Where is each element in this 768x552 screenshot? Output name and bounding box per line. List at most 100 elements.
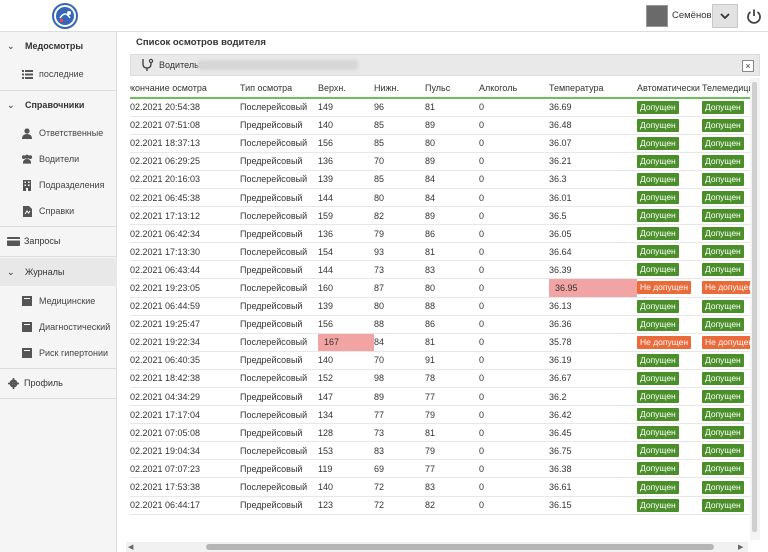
table-row[interactable]: 02.2021 07:07:23 Предрейсовый 119 69 77 0 36.3… — [130, 459, 750, 479]
sidebar-item-drivers[interactable]: Водители — [0, 146, 117, 172]
sidebar-group-medosmotry[interactable]: ⌄ Медосмотры — [0, 32, 117, 60]
table-cell: 144 — [318, 188, 374, 208]
status-badge: Допущен — [702, 408, 744, 422]
scroll-left-icon[interactable]: ◀ — [128, 543, 133, 551]
table-row[interactable]: 02.2021 19:04:34 Послерейсовый 153 83 79 0 36.… — [130, 441, 750, 461]
table-row[interactable]: 02.2021 07:51:08 Предрейсовый 140 85 89 0 36.4… — [130, 116, 750, 135]
sidebar-item-diagnostic[interactable]: Диагностический — [0, 314, 117, 340]
logout-button[interactable] — [744, 6, 764, 26]
status-badge: Допущен — [702, 209, 744, 223]
table-cell: 36.64 — [549, 242, 637, 262]
sidebar-item-certificates[interactable]: Справки — [0, 198, 117, 224]
table-row[interactable]: 02.2021 17:13:30 Послерейсовый 154 93 81 0 36.… — [130, 242, 750, 262]
driver-bar: Водитель: × — [130, 54, 760, 76]
status-cell: Допущен — [702, 188, 750, 208]
sidebar-group-spravochniki[interactable]: ⌄ Справочники — [0, 91, 117, 119]
close-button[interactable]: × — [742, 60, 754, 72]
table-row[interactable]: 02.2021 06:42:34 Предрейсовый 136 79 86 0 36.0… — [130, 224, 750, 244]
vertical-scrollbar[interactable] — [750, 78, 760, 540]
exams-table: Окончание осмотра Тип осмотра Верхн. Нижн. П… — [130, 78, 750, 515]
table-row[interactable]: 02.2021 19:25:47 Предрейсовый 156 88 86 0 36.3… — [130, 315, 750, 334]
sidebar-item-label: Ответственные — [39, 128, 104, 138]
table-cell: 77 — [374, 405, 425, 425]
sidebar-item-profile[interactable]: Профиль — [0, 370, 117, 396]
table-row[interactable]: 02.2021 17:53:38 Послерейсовый 140 72 83 0 36.… — [130, 477, 750, 497]
table-row[interactable]: 02.2021 07:05:08 Предрейсовый 128 73 81 0 36.4… — [130, 423, 750, 443]
table-row[interactable]: 02.2021 20:54:38 Послерейсовый 149 96 81 0 36.… — [130, 98, 750, 117]
column-header[interactable]: Нижн. — [374, 78, 425, 99]
app-logo[interactable] — [52, 3, 78, 29]
column-header[interactable]: Верхн. — [318, 78, 374, 99]
table-row[interactable]: 02.2021 06:45:38 Предрейсовый 144 80 84 0 36.0… — [130, 188, 750, 208]
table-row[interactable]: 02.2021 06:44:59 Предрейсовый 139 80 88 0 36.1… — [130, 297, 750, 316]
table-cell: 36.95 — [549, 278, 637, 298]
scrollbar-thumb[interactable] — [752, 82, 757, 532]
column-header[interactable]: Окончание осмотра — [130, 78, 240, 99]
table-cell: 36.01 — [549, 188, 637, 208]
user-menu-button[interactable] — [712, 4, 738, 28]
table-row[interactable]: 02.2021 19:22:34 Послерейсовый 167 84 81 0 35.… — [130, 333, 750, 352]
table-cell: 123 — [318, 496, 374, 515]
status-cell: Допущен — [637, 260, 702, 280]
table-cell: 87 — [374, 278, 425, 298]
table-cell: 36.39 — [549, 260, 637, 280]
column-header[interactable]: Телемедицина — [702, 78, 750, 99]
horizontal-scrollbar[interactable]: ◀ ▶ — [126, 542, 748, 552]
table-cell: Послерейсовый — [240, 333, 318, 352]
table-cell: 69 — [374, 459, 425, 479]
table-cell: 36.67 — [549, 369, 637, 389]
table-cell: 147 — [318, 387, 374, 407]
avatar[interactable] — [646, 5, 668, 27]
table-cell: 02.2021 06:43:44 — [130, 260, 240, 280]
table-cell: 0 — [479, 423, 549, 443]
status-badge: Допущен — [637, 209, 679, 223]
table-cell: 02.2021 04:34:29 — [130, 387, 240, 407]
table-row[interactable]: 02.2021 06:40:35 Предрейсовый 140 70 91 0 36.1… — [130, 351, 750, 370]
column-header[interactable]: Алкоголь — [479, 78, 549, 99]
column-header[interactable]: Тип осмотра — [240, 78, 318, 99]
table-cell: Послерейсовый — [240, 405, 318, 425]
scrollbar-thumb[interactable] — [206, 544, 714, 550]
scroll-right-icon[interactable]: ▶ — [738, 543, 743, 551]
sidebar-item-medical[interactable]: Медицинские — [0, 288, 117, 314]
status-cell: Допущен — [702, 134, 750, 153]
table-cell: 91 — [425, 351, 479, 370]
column-header[interactable]: Температура — [549, 78, 637, 99]
table-cell: 0 — [479, 297, 549, 316]
chevron-down-icon: ⌄ — [7, 99, 15, 110]
table-row[interactable]: 02.2021 18:42:38 Послерейсовый 152 98 78 0 36.… — [130, 369, 750, 389]
table-row[interactable]: 02.2021 18:37:13 Послерейсовый 156 85 80 0 36.… — [130, 134, 750, 153]
status-cell: Допущен — [702, 315, 750, 334]
sidebar-item-requests[interactable]: Запросы — [0, 228, 117, 254]
table-cell: 93 — [374, 242, 425, 262]
status-badge: Допущен — [702, 444, 744, 458]
sidebar-item-responsible[interactable]: Ответственные — [0, 120, 117, 146]
status-cell: Допущен — [637, 459, 702, 479]
table-cell: 89 — [374, 387, 425, 407]
table-cell: Послерейсовый — [240, 134, 318, 153]
document-icon — [21, 205, 33, 217]
sidebar-item-latest[interactable]: последние — [0, 61, 117, 87]
table-row[interactable]: 02.2021 20:16:03 Послерейсовый 139 85 84 0 36.… — [130, 170, 750, 189]
table-row[interactable]: 02.2021 19:23:05 Послерейсовый 160 87 80 0 36.… — [130, 278, 750, 298]
sidebar-group-journals[interactable]: ⌄ Журналы — [0, 258, 117, 286]
column-header[interactable]: Автоматически — [637, 78, 702, 99]
main-content: Список осмотров водителя Водитель: × Око… — [126, 32, 768, 552]
table-row[interactable]: 02.2021 04:34:29 Предрейсовый 147 89 77 0 36.2… — [130, 387, 750, 407]
table-row[interactable]: 02.2021 06:29:25 Предрейсовый 136 70 89 0 36.2… — [130, 152, 750, 171]
table-cell: 79 — [425, 405, 479, 425]
status-badge: Допущен — [702, 498, 744, 512]
column-header[interactable]: Пульс — [425, 78, 479, 99]
table-row[interactable]: 02.2021 06:43:44 Предрейсовый 144 73 83 0 36.3… — [130, 260, 750, 280]
sidebar-item-hypertension-risk[interactable]: Риск гипертонии — [0, 340, 117, 366]
table-cell: 02.2021 17:53:38 — [130, 477, 240, 497]
table-cell: 77 — [425, 387, 479, 407]
table-row[interactable]: 02.2021 17:13:12 Послерейсовый 159 82 89 0 36.… — [130, 206, 750, 226]
table-row[interactable]: 02.2021 17:17:04 Послерейсовый 134 77 79 0 36.… — [130, 405, 750, 425]
table-row[interactable]: 02.2021 06:44:17 Предрейсовый 123 72 82 0 36.1… — [130, 496, 750, 515]
table-cell: 85 — [374, 134, 425, 153]
sidebar-item-departments[interactable]: Подразделения — [0, 172, 117, 198]
table-header-row: Окончание осмотра Тип осмотра Верхн. Нижн. П… — [130, 78, 750, 99]
table-cell: Послерейсовый — [240, 242, 318, 262]
status-cell: Допущен — [637, 405, 702, 425]
